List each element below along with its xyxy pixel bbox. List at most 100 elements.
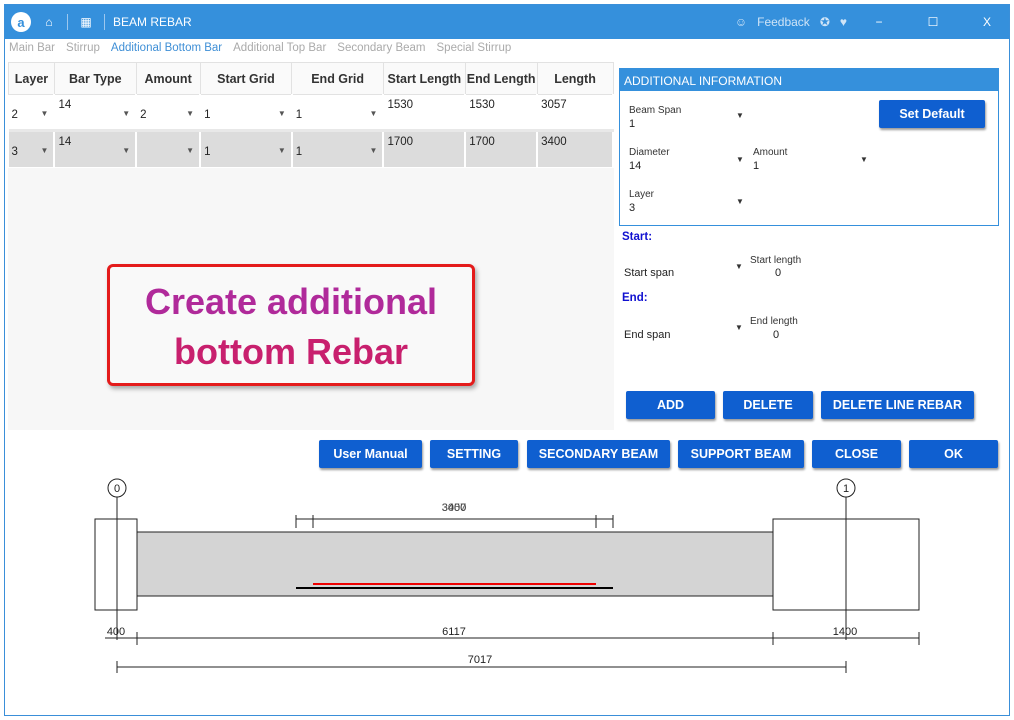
callout-line1: Create additional — [144, 281, 438, 322]
title-bar: a ⌂ ▦ BEAM REBAR ☺ Feedback ✪ ♥ − ☐ X — [5, 5, 1009, 39]
amount-select[interactable]: 2 ▼ — [136, 94, 202, 132]
start-heading: Start: — [622, 231, 653, 243]
col-bar-type[interactable]: Bar Type — [53, 62, 137, 95]
set-default-button[interactable]: Set Default — [879, 100, 985, 128]
layer-select[interactable]: 2 ▼ — [8, 94, 56, 132]
close-button[interactable]: CLOSE — [812, 440, 901, 468]
col-layer[interactable]: Layer — [8, 62, 55, 95]
tab-stirrup[interactable]: Stirrup — [66, 42, 100, 54]
chevron-down-icon: ▼ — [369, 146, 378, 155]
col-amount[interactable]: Amount — [135, 62, 201, 95]
feedback-link[interactable]: Feedback — [757, 15, 810, 29]
secondary-beam-button[interactable]: SECONDARY BEAM — [527, 440, 670, 468]
end-grid-select[interactable]: 1 ▼ — [291, 94, 385, 132]
cell-value: 2 — [140, 109, 147, 121]
start-length-input[interactable]: 0 — [775, 267, 781, 279]
end-grid-select[interactable]: 1 ▼ — [291, 130, 385, 167]
start-grid-select[interactable]: 1 ▼ — [200, 94, 293, 132]
minimize-button[interactable]: − — [857, 15, 901, 29]
col-end-grid[interactable]: End Grid — [291, 62, 384, 95]
chevron-down-icon[interactable]: ▼ — [860, 155, 868, 164]
chevron-down-icon: ▼ — [277, 146, 286, 155]
divider — [67, 14, 68, 30]
beam-span-label: Beam Span — [629, 105, 682, 116]
tab-secondary-beam[interactable]: Secondary Beam — [337, 42, 425, 54]
tab-additional-bottom-bar[interactable]: Additional Bottom Bar — [111, 42, 222, 54]
end-heading: End: — [622, 292, 648, 304]
divider — [104, 14, 105, 30]
window-title: BEAM REBAR — [113, 15, 192, 29]
table-row[interactable]: 2 ▼ 14 ▼ 2 ▼ 1 ▼ 1 ▼ 1530 1530 3057 — [8, 94, 614, 132]
chevron-down-icon: ▼ — [122, 109, 131, 118]
setting-button[interactable]: SETTING — [430, 440, 518, 468]
close-window-button[interactable]: X — [965, 15, 1009, 29]
panel-header: ADDITIONAL INFORMATION — [620, 69, 998, 91]
feedback-icon[interactable]: ☺ — [735, 15, 747, 29]
chevron-down-icon[interactable]: ▼ — [736, 155, 744, 164]
home-icon[interactable]: ⌂ — [39, 12, 59, 32]
col-end-length[interactable]: End Length — [464, 62, 538, 95]
cell-value: 1 — [295, 109, 303, 121]
table-row[interactable]: 3 ▼ 14 ▼ ▼ 1 ▼ 1 ▼ 1700 1700 3400 — [8, 130, 614, 167]
callout-line2: bottom Rebar — [174, 331, 408, 372]
delete-button[interactable]: DELETE — [723, 391, 813, 419]
additional-info-panel: ADDITIONAL INFORMATION Beam Span 1 ▼ Dia… — [619, 68, 999, 226]
chevron-down-icon: ▼ — [40, 146, 49, 155]
amount-select[interactable]: ▼ — [136, 130, 202, 167]
tab-additional-top-bar[interactable]: Additional Top Bar — [233, 42, 326, 54]
ok-button[interactable]: OK — [909, 440, 998, 468]
support-beam-button[interactable]: SUPPORT BEAM — [678, 440, 804, 468]
cell-value: 1 — [295, 146, 303, 158]
end-length-cell[interactable]: 1700 — [465, 130, 539, 167]
start-length-label: Start length — [750, 255, 802, 266]
chevron-down-icon: ▼ — [186, 109, 195, 118]
chevron-down-icon: ▼ — [186, 146, 195, 155]
start-span-select[interactable]: Start span — [624, 267, 674, 279]
amount-label: Amount — [753, 147, 788, 158]
col-length[interactable]: Length — [536, 62, 614, 95]
diameter-label: Diameter — [629, 147, 670, 158]
layer-label: Layer — [629, 189, 655, 200]
tab-bar: Main Bar Stirrup Additional Bottom Bar A… — [9, 42, 511, 54]
cell-value: 3 — [11, 146, 18, 158]
maximize-button[interactable]: ☐ — [911, 15, 955, 29]
end-length-cell[interactable]: 1530 — [465, 94, 539, 132]
calculator-icon[interactable]: ▦ — [76, 12, 96, 32]
user-manual-button[interactable]: User Manual — [319, 440, 422, 468]
delete-line-rebar-button[interactable]: DELETE LINE REBAR — [821, 391, 974, 419]
bar-type-select[interactable]: 14 ▼ — [54, 130, 138, 167]
col-start-length[interactable]: Start Length — [382, 62, 466, 95]
chevron-down-icon[interactable]: ▼ — [736, 197, 744, 206]
chevron-down-icon[interactable]: ▼ — [735, 323, 743, 332]
col-start-grid[interactable]: Start Grid — [199, 62, 293, 95]
amount-select[interactable]: 1 — [753, 160, 759, 172]
end-length-input[interactable]: 0 — [773, 329, 779, 341]
start-grid-select[interactable]: 1 ▼ — [200, 130, 293, 167]
chevron-down-icon: ▼ — [40, 109, 49, 118]
rebar-table: Layer Bar Type Amount Start Grid End Gri… — [8, 62, 614, 167]
length-cell: 3400 — [537, 130, 614, 167]
chevron-down-icon[interactable]: ▼ — [736, 111, 744, 120]
support-icon[interactable]: ♥ — [840, 15, 847, 29]
cell-value: 1 — [204, 109, 211, 121]
chevron-down-icon[interactable]: ▼ — [735, 262, 743, 271]
award-icon[interactable]: ✪ — [820, 15, 830, 29]
cell-value: 14 — [58, 99, 72, 111]
chevron-down-icon: ▼ — [277, 109, 286, 118]
chevron-down-icon: ▼ — [369, 109, 378, 118]
start-length-cell[interactable]: 1530 — [383, 94, 467, 132]
end-span-select[interactable]: End span — [624, 329, 670, 341]
chevron-down-icon: ▼ — [122, 146, 131, 155]
cell-value: 14 — [58, 136, 72, 148]
tab-special-stirrup[interactable]: Special Stirrup — [437, 42, 512, 54]
bar-type-select[interactable]: 14 ▼ — [54, 94, 138, 132]
app-logo-icon: a — [11, 12, 31, 32]
beam-span-select[interactable]: 1 — [629, 118, 635, 130]
add-button[interactable]: ADD — [626, 391, 715, 419]
cell-value: 2 — [11, 109, 18, 121]
layer-select[interactable]: 3 ▼ — [8, 130, 56, 167]
diameter-select[interactable]: 14 — [629, 160, 641, 172]
layer-select[interactable]: 3 — [629, 202, 635, 214]
tab-main-bar[interactable]: Main Bar — [9, 42, 55, 54]
start-length-cell[interactable]: 1700 — [383, 130, 467, 167]
